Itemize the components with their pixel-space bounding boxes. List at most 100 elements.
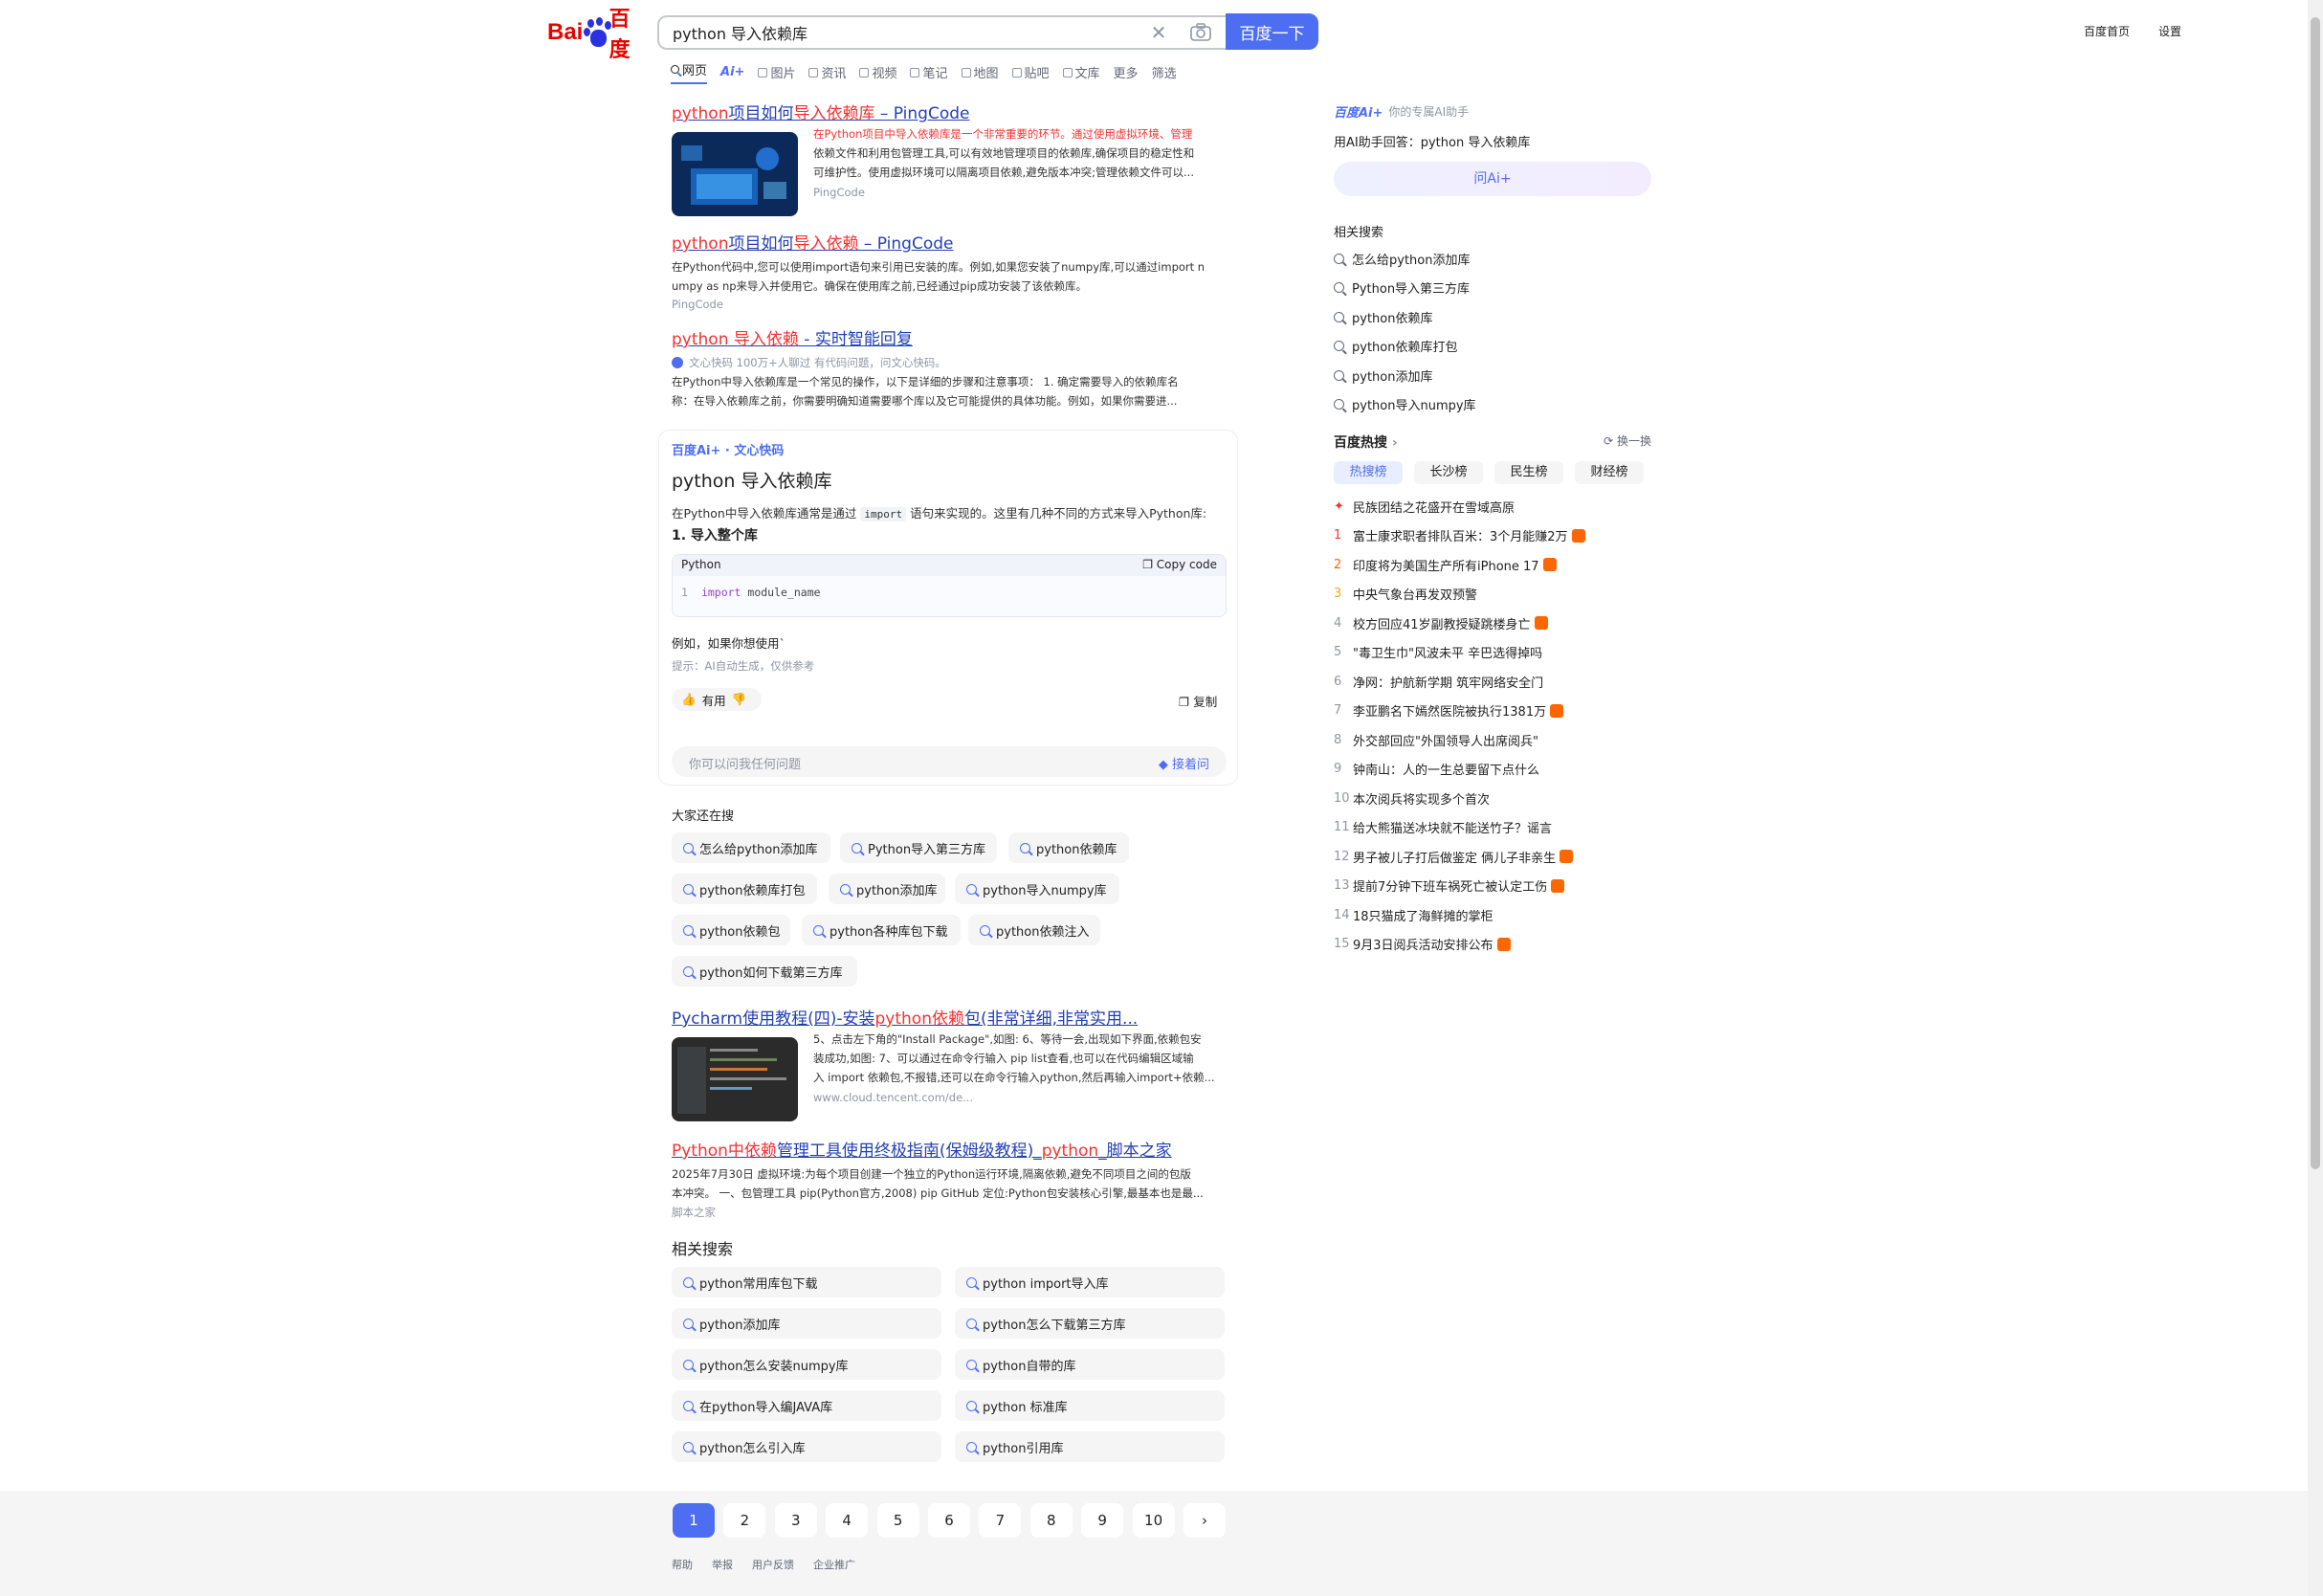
refresh-button[interactable]: ⟳ 换一换 [1604, 432, 1651, 452]
also-search-chip[interactable]: python导入numpy库 [955, 874, 1119, 904]
page-3[interactable]: 3 [774, 1503, 817, 1538]
hot-item[interactable]: 12 男子被儿子打后做鉴定 俩儿子非亲生 [1334, 842, 1659, 872]
side-related-item[interactable]: Python导入第三方库 [1334, 274, 1659, 303]
also-search-chip[interactable]: python依赖注入 [968, 915, 1100, 945]
result-source[interactable]: 脚本之家 [672, 1205, 1223, 1220]
hot-item[interactable]: 10 本次阅兵将实现多个首次 [1334, 784, 1659, 813]
search-box[interactable] [657, 15, 1226, 50]
related-search-chip[interactable]: python怎么引入库 [672, 1431, 941, 1462]
tab-map[interactable]: 地图 [961, 60, 999, 84]
scrollbar[interactable] [2308, 0, 2323, 1596]
related-search-chip[interactable]: python怎么安装numpy库 [672, 1349, 941, 1380]
result-source[interactable]: www.cloud.tencent.com/de... [813, 1091, 1225, 1104]
hot-item[interactable]: 3 中央气象台再发双预警 [1334, 580, 1659, 610]
also-search-chip[interactable]: python依赖库打包 [672, 874, 817, 904]
hot-item[interactable]: 9 钟南山：人的一生总要留下点什么 [1334, 755, 1659, 785]
result-thumbnail[interactable] [672, 132, 798, 216]
page-6[interactable]: 6 [928, 1503, 970, 1538]
next-page-button[interactable]: › [1184, 1503, 1226, 1538]
hot-item[interactable]: 2 印度将为美国生产所有iPhone 17 [1334, 550, 1659, 580]
page-7[interactable]: 7 [979, 1503, 1022, 1538]
side-related-item[interactable]: python导入numpy库 [1334, 390, 1659, 420]
hot-tab[interactable]: 热搜榜 [1334, 461, 1403, 484]
result-source[interactable]: PingCode [672, 298, 1223, 311]
scrollbar-thumb[interactable] [2311, 17, 2320, 1169]
hot-item[interactable]: 4 校方回应41岁副教授疑跳楼身亡 [1334, 609, 1659, 638]
copy-code-button[interactable]: ❐ Copy code [1142, 558, 1217, 573]
page-5[interactable]: 5 [876, 1503, 919, 1538]
page-10[interactable]: 10 [1132, 1503, 1175, 1538]
related-search-chip[interactable]: python常用库包下载 [672, 1267, 941, 1297]
hot-item[interactable]: ✦ 民族团结之花盛开在雪域高原 [1334, 492, 1659, 521]
tab-more[interactable]: 更多 [1114, 60, 1139, 84]
ai-ask-input[interactable]: 你可以问我任何问题 ◆ 接着问 [672, 746, 1227, 777]
hot-item[interactable]: 6 净网：护航新学期 筑牢网络安全门 [1334, 667, 1659, 697]
hot-item[interactable]: 1 富士康求职者排队百米：3个月能赚2万 [1334, 521, 1659, 551]
tab-notes[interactable]: 笔记 [910, 60, 948, 84]
report-link[interactable]: 举报 [712, 1557, 733, 1572]
page-9[interactable]: 9 [1081, 1503, 1124, 1538]
also-search-chip[interactable]: python添加库 [829, 874, 945, 904]
page-1[interactable]: 1 [673, 1503, 715, 1538]
related-search-chip[interactable]: python自带的库 [955, 1349, 1225, 1380]
hot-tab[interactable]: 民生榜 [1494, 461, 1563, 484]
side-related-item[interactable]: python依赖库 [1334, 302, 1659, 332]
tab-video[interactable]: 视频 [859, 60, 896, 84]
promotion-link[interactable]: 企业推广 [813, 1557, 855, 1572]
hot-item[interactable]: 13 提前7分钟下班车祸死亡被认定工伤 [1334, 872, 1659, 901]
also-search-chip[interactable]: Python导入第三方库 [840, 832, 997, 863]
copy-button[interactable]: ❐ 复制 [1179, 692, 1217, 710]
page-4[interactable]: 4 [826, 1503, 869, 1538]
follow-up-button[interactable]: ◆ 接着问 [1159, 754, 1209, 772]
also-search-chip[interactable]: python各种库包下载 [802, 915, 961, 945]
hot-item[interactable]: 11 给大熊猫送冰块就不能送竹子？谣言 [1334, 813, 1659, 843]
page-8[interactable]: 8 [1029, 1503, 1073, 1538]
search-input[interactable] [673, 23, 1132, 42]
also-search-chip[interactable]: python依赖包 [672, 915, 790, 945]
tab-wenku[interactable]: 文库 [1062, 60, 1100, 84]
result-source[interactable]: PingCode [813, 186, 1225, 199]
home-link[interactable]: 百度首页 [2084, 23, 2130, 39]
close-icon[interactable]: ✕ [1146, 21, 1171, 44]
also-search-chip[interactable]: python依赖库 [1008, 832, 1129, 863]
thumbs-down-icon[interactable]: 👎 [732, 692, 747, 707]
camera-icon[interactable] [1188, 21, 1213, 44]
hot-item[interactable]: 8 外交部回应"外国领导人出席阅兵" [1334, 725, 1659, 755]
result-title[interactable]: python项目如何导入依赖 – PingCode [672, 230, 1223, 254]
hot-tab[interactable]: 财经榜 [1575, 461, 1644, 484]
tab-filter[interactable]: 筛选 [1152, 60, 1177, 84]
side-related-item[interactable]: 怎么给python添加库 [1334, 244, 1659, 274]
also-search-chip[interactable]: python如何下载第三方库 [672, 956, 857, 986]
page-2[interactable]: 2 [723, 1503, 766, 1538]
feedback-link[interactable]: 用户反馈 [752, 1557, 794, 1572]
side-ai-answer[interactable]: 用AI助手回答：python 导入依赖库 [1334, 132, 1659, 150]
result-title[interactable]: Pycharm使用教程(四)-安装python依赖包(非常详细,非常实用... [672, 1005, 1223, 1029]
tab-web[interactable]: 网页 [671, 60, 708, 84]
result-title[interactable]: Python中依赖管理工具使用终极指南(保姆级教程)_python_脚本之家 [672, 1137, 1223, 1161]
ask-ai-button[interactable]: 问Ai+ [1334, 162, 1651, 196]
baidu-logo[interactable]: Bai 百度 [547, 7, 643, 61]
hot-item[interactable]: 7 李亚鹏名下嫣然医院被执行1381万 [1334, 697, 1659, 726]
help-link[interactable]: 帮助 [672, 1557, 693, 1572]
related-search-chip[interactable]: python import导入库 [955, 1267, 1225, 1297]
tab-ai[interactable]: Ai+ [720, 60, 744, 84]
related-search-chip[interactable]: python添加库 [672, 1308, 941, 1339]
tab-news[interactable]: 资讯 [808, 60, 846, 84]
related-search-chip[interactable]: python怎么下载第三方库 [955, 1308, 1225, 1339]
settings-link[interactable]: 设置 [2158, 23, 2181, 39]
search-button[interactable]: 百度一下 [1226, 13, 1318, 50]
side-related-item[interactable]: python添加库 [1334, 361, 1659, 390]
hot-title[interactable]: 百度热搜 › [1334, 432, 1398, 452]
related-search-chip[interactable]: python引用库 [955, 1431, 1225, 1462]
hot-item[interactable]: 5 "毒卫生巾"风波未平 辛巴选得掉吗 [1334, 638, 1659, 668]
result-title[interactable]: python 导入依赖 - 实时智能回复 [672, 325, 1223, 349]
hot-item[interactable]: 14 18只猫成了海鲜摊的掌柜 [1334, 900, 1659, 930]
useful-button[interactable]: 👍 有用 👎 [672, 688, 762, 711]
hot-tab[interactable]: 长沙榜 [1414, 461, 1483, 484]
also-search-chip[interactable]: 怎么给python添加库 [672, 832, 830, 863]
side-related-item[interactable]: python依赖库打包 [1334, 332, 1659, 362]
result-title[interactable]: python项目如何导入依赖库 – PingCode [672, 100, 1223, 123]
tab-images[interactable]: 图片 [758, 60, 795, 84]
related-search-chip[interactable]: python 标准库 [955, 1390, 1225, 1421]
result-thumbnail[interactable] [672, 1037, 798, 1121]
